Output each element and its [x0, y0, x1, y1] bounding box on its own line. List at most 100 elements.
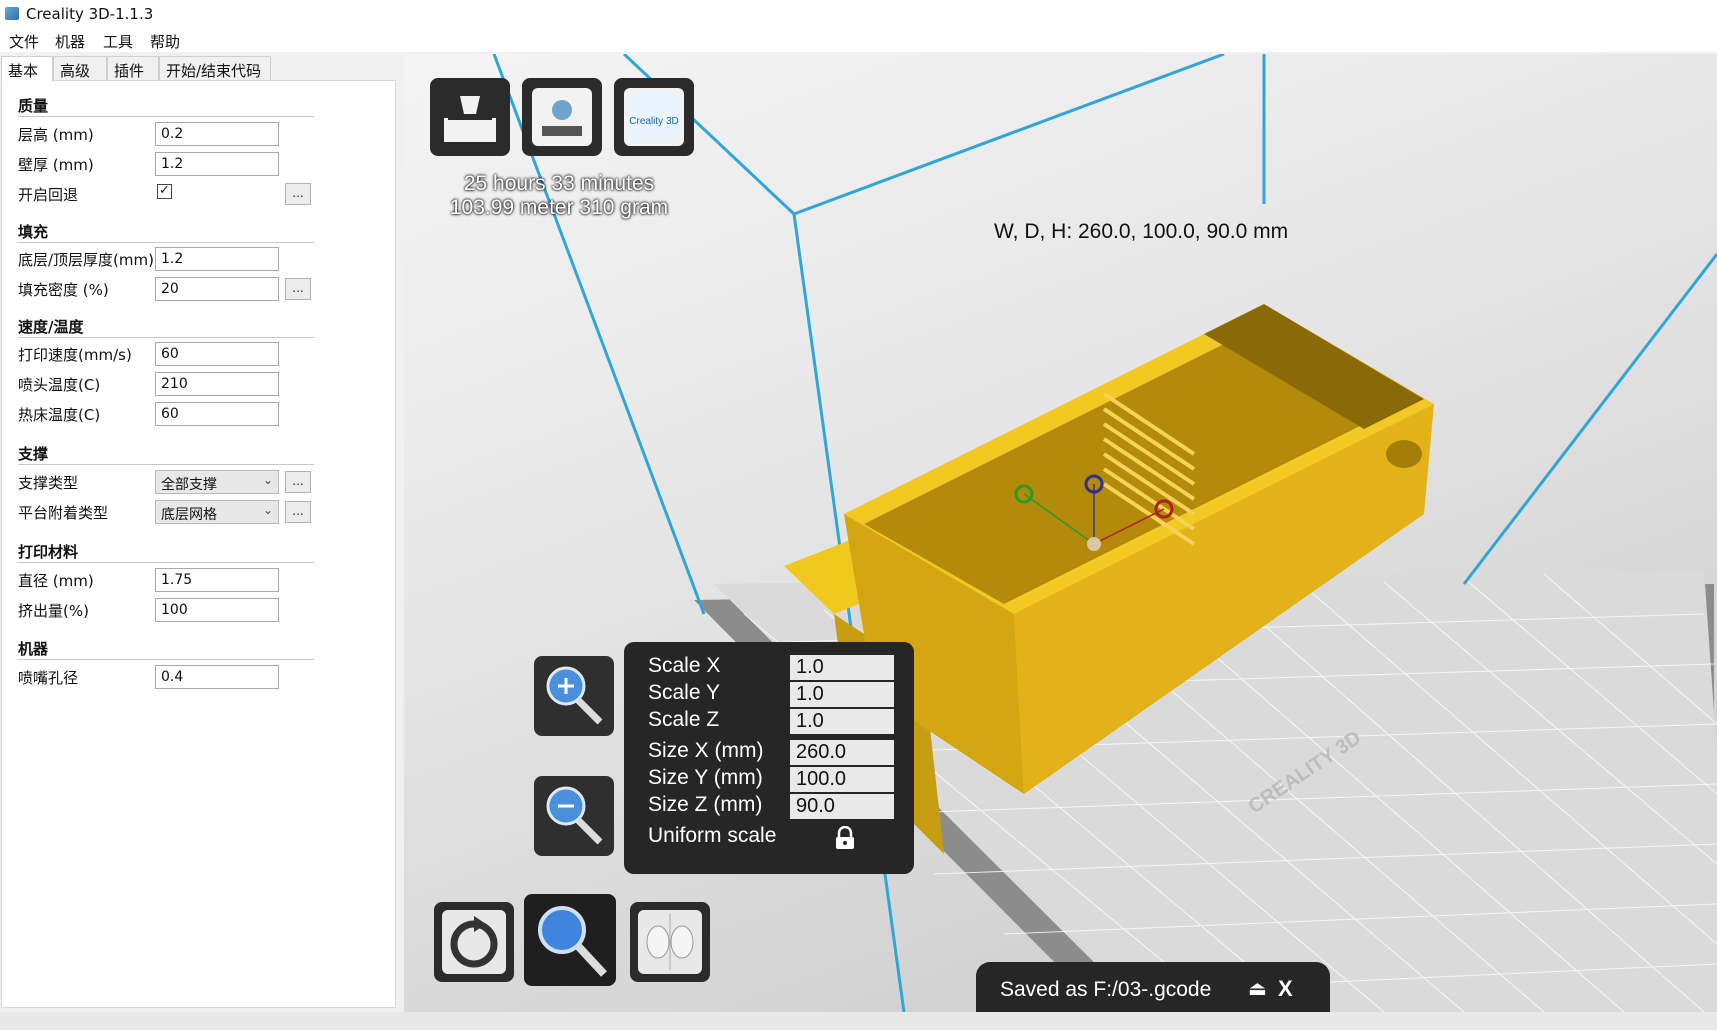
- divider: [18, 464, 314, 465]
- scale-z-label: Scale Z: [648, 708, 720, 731]
- scale-y-label: Scale Y: [648, 681, 720, 704]
- size-x-input[interactable]: 260.0: [790, 740, 894, 765]
- creality-logo-text: Creality 3D: [629, 116, 678, 127]
- scale-button[interactable]: [524, 894, 616, 986]
- uniform-scale-label: Uniform scale: [648, 824, 777, 847]
- section-filament-title: 打印材料: [18, 543, 79, 561]
- menu-tools[interactable]: 工具: [103, 31, 133, 52]
- retraction-more-button[interactable]: ...: [285, 183, 311, 205]
- size-y-input[interactable]: 100.0: [790, 767, 894, 792]
- scale-x-input[interactable]: 1.0: [790, 655, 894, 680]
- status-bar: [0, 1012, 1717, 1030]
- nozzle-size-label: 喷嘴孔径: [18, 669, 79, 687]
- print-estimate: 25 hours 33 minutes 103.99 meter 310 gra…: [434, 172, 684, 220]
- divider: [18, 116, 314, 117]
- section-speed-title: 速度/温度: [18, 318, 84, 336]
- shell-thickness-label: 壁厚 (mm): [18, 156, 94, 174]
- adhesion-type-value: 底层网格: [161, 507, 217, 523]
- app-icon: [5, 7, 19, 20]
- chevron-down-icon: ⌄: [262, 503, 273, 517]
- nozzle-temp-label: 喷头温度(C): [18, 376, 101, 394]
- retraction-checkbox[interactable]: ✓: [157, 184, 172, 199]
- zoom-out-button[interactable]: [534, 776, 614, 856]
- nozzle-size-input[interactable]: 0.4: [155, 665, 279, 689]
- nozzle-temp-input[interactable]: 210: [155, 372, 279, 396]
- window-title: Creality 3D-1.1.3: [26, 5, 154, 23]
- tab-advanced[interactable]: 高级: [53, 56, 107, 80]
- print-speed-label: 打印速度(mm/s): [18, 346, 132, 364]
- creality-logo-button[interactable]: Creality 3D: [614, 78, 694, 156]
- adhesion-type-select[interactable]: 底层网格 ⌄: [155, 500, 279, 524]
- model-dimensions: W, D, H: 260.0, 100.0, 90.0 mm: [994, 220, 1289, 243]
- flow-label: 挤出量(%): [18, 602, 89, 620]
- lock-icon[interactable]: [834, 826, 856, 850]
- support-type-select[interactable]: 全部支撑 ⌄: [155, 470, 279, 494]
- close-notification-button[interactable]: X: [1278, 976, 1293, 1002]
- scale-z-input[interactable]: 1.0: [790, 709, 894, 734]
- settings-tabs: 基本 高级 插件 开始/结束代码: [0, 56, 404, 82]
- diameter-label: 直径 (mm): [18, 572, 94, 590]
- flow-input[interactable]: 100: [155, 598, 279, 622]
- menu-machine[interactable]: 机器: [55, 31, 85, 52]
- retraction-label: 开启回退: [18, 186, 79, 204]
- menu-bar: 文件 机器 工具 帮助: [0, 28, 1717, 52]
- support-type-value: 全部支撑: [161, 477, 217, 493]
- saved-notification: Saved as F:/03-.gcode ⏏ X: [976, 962, 1330, 1012]
- creality-logo-icon: Creality 3D: [624, 88, 684, 146]
- save-toolpath-button[interactable]: [522, 78, 602, 156]
- menu-help[interactable]: 帮助: [150, 31, 180, 52]
- divider: [18, 337, 314, 338]
- section-support-title: 支撑: [18, 445, 49, 463]
- load-model-button[interactable]: [430, 78, 510, 156]
- size-z-label: Size Z (mm): [648, 793, 763, 816]
- rotate-icon: [442, 910, 506, 974]
- bottom-top-thickness-label: 底层/顶层厚度(mm): [18, 251, 154, 269]
- bed-temp-input[interactable]: 60: [155, 402, 279, 426]
- size-x-label: Size X (mm): [648, 739, 764, 762]
- tab-start-end-gcode[interactable]: 开始/结束代码: [159, 56, 271, 80]
- saved-message: Saved as F:/03-.gcode: [1000, 978, 1212, 1001]
- tab-basic[interactable]: 基本: [1, 56, 53, 82]
- rotate-button[interactable]: [434, 902, 514, 982]
- bed-temp-label: 热床温度(C): [18, 406, 101, 424]
- divider: [18, 659, 314, 660]
- scale-panel: Scale X 1.0 Scale Y 1.0 Scale Z 1.0 Size…: [624, 642, 914, 874]
- settings-panel: 基本 高级 插件 开始/结束代码 质量 层高 (mm) 0.2 壁厚 (mm) …: [0, 52, 404, 1012]
- zoom-in-button[interactable]: [534, 656, 614, 736]
- mirror-button[interactable]: [630, 902, 710, 982]
- divider: [18, 242, 314, 243]
- support-more-button[interactable]: ...: [285, 471, 311, 493]
- adhesion-more-button[interactable]: ...: [285, 501, 311, 523]
- fill-density-label: 填充密度 (%): [18, 281, 109, 299]
- sd-card-icon: [532, 88, 592, 146]
- 3d-viewport[interactable]: CREALITY 3D Creality 3D 25 hours 33 minu…: [404, 54, 1717, 1012]
- basic-settings: 质量 层高 (mm) 0.2 壁厚 (mm) 1.2 开启回退 ✓ ... 填充…: [1, 80, 396, 1008]
- layer-height-label: 层高 (mm): [18, 126, 94, 144]
- print-speed-input[interactable]: 60: [155, 342, 279, 366]
- scale-x-label: Scale X: [648, 654, 721, 677]
- zoom-out-icon: [546, 786, 603, 845]
- fill-density-more-button[interactable]: ...: [285, 278, 311, 300]
- chevron-down-icon: ⌄: [262, 473, 273, 487]
- mirror-icon: [638, 910, 702, 974]
- support-type-label: 支撑类型: [18, 474, 79, 492]
- layer-height-input[interactable]: 0.2: [155, 122, 279, 146]
- divider: [18, 562, 314, 563]
- menu-file[interactable]: 文件: [9, 31, 39, 52]
- size-y-label: Size Y (mm): [648, 766, 763, 789]
- magnifier-icon: [538, 906, 607, 977]
- adhesion-type-label: 平台附着类型: [18, 504, 109, 522]
- size-z-input[interactable]: 90.0: [790, 794, 894, 819]
- fill-density-input[interactable]: 20: [155, 277, 279, 301]
- eject-icon[interactable]: ⏏: [1248, 976, 1267, 1001]
- shell-thickness-input[interactable]: 1.2: [155, 152, 279, 176]
- scale-y-input[interactable]: 1.0: [790, 682, 894, 707]
- section-machine-title: 机器: [18, 640, 49, 658]
- tab-plugins[interactable]: 插件: [107, 56, 159, 80]
- section-quality-title: 质量: [18, 97, 49, 115]
- bottom-top-thickness-input[interactable]: 1.2: [155, 247, 279, 271]
- print-material: 103.99 meter 310 gram: [449, 196, 669, 219]
- title-bar: Creality 3D-1.1.3: [0, 0, 1717, 28]
- diameter-input[interactable]: 1.75: [155, 568, 279, 592]
- section-fill-title: 填充: [18, 223, 49, 241]
